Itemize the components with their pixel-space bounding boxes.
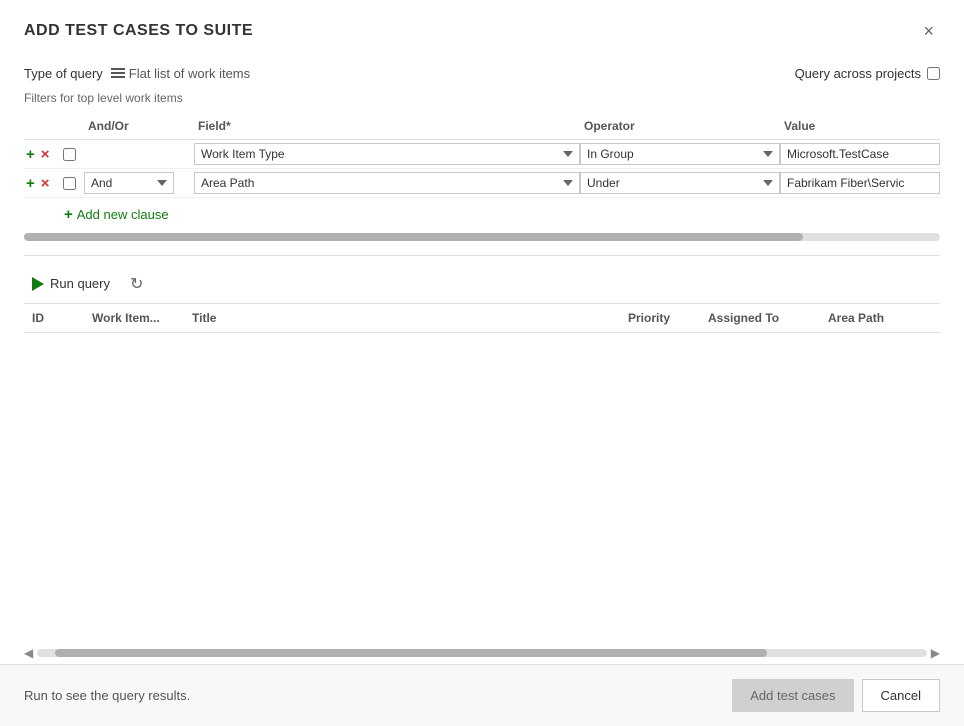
col-id: ID (24, 309, 84, 327)
bottom-scrollbar-track (37, 649, 927, 657)
row2-field-select[interactable]: Area Path (194, 172, 580, 194)
row2-operator-select[interactable]: Under (580, 172, 780, 194)
query-across-label: Query across projects (795, 66, 921, 81)
row2-operator-cell: Under (580, 172, 780, 194)
refresh-button[interactable]: ↻ (130, 274, 143, 294)
col-assigned-to: Assigned To (700, 309, 820, 327)
filters-label: Filters for top level work items (24, 87, 940, 113)
col-checkbox-hdr (54, 117, 84, 135)
col-value-hdr: Value (780, 117, 940, 135)
row2-and-or-cell: AndOr (84, 172, 194, 194)
row2-and-or-select[interactable]: AndOr (84, 172, 174, 194)
col-work-item-type: Work Item... (84, 309, 184, 327)
query-type-label: Type of query (24, 66, 103, 81)
results-header: ID Work Item... Title Priority Assigned … (24, 303, 940, 333)
row2-value: Fabrikam Fiber\Servic (780, 172, 940, 194)
scroll-left-button[interactable]: ◀ (24, 646, 33, 660)
dialog-title: ADD TEST CASES TO SUITE (24, 22, 253, 40)
row1-field-cell: Work Item Type (194, 143, 580, 165)
filter-row2-actions: + × (24, 176, 54, 191)
run-icon (32, 277, 44, 291)
add-test-cases-button[interactable]: Add test cases (732, 679, 853, 712)
filter-row1-actions: + × (24, 147, 54, 162)
scroll-right-button[interactable]: ▶ (931, 646, 940, 660)
flat-list-icon[interactable]: Flat list of work items (111, 66, 250, 81)
top-scrollbar-thumb (24, 233, 803, 241)
add-clause-label: Add new clause (77, 207, 169, 222)
bottom-scrollbar-row[interactable]: ◀ ▶ (24, 642, 940, 664)
row2-checkbox-cell (54, 177, 84, 190)
query-type-left: Type of query Flat list of work items (24, 66, 250, 81)
dialog-footer: Run to see the query results. Add test c… (0, 664, 964, 726)
col-title: Title (184, 309, 620, 327)
query-across-checkbox[interactable] (927, 67, 940, 80)
col-and-or-hdr: And/Or (84, 117, 194, 135)
col-priority: Priority (620, 309, 700, 327)
bottom-scrollbar-thumb (55, 649, 767, 657)
dialog: ADD TEST CASES TO SUITE × Type of query … (0, 0, 964, 726)
divider-1 (24, 255, 940, 256)
delete-row2-button[interactable]: × (39, 176, 52, 191)
filter-row-2: + × AndOr Area Path Under Fabrikam Fiber… (24, 169, 940, 198)
col-actions (24, 117, 54, 135)
run-query-button[interactable]: Run query (24, 272, 118, 295)
footer-buttons: Add test cases Cancel (732, 679, 940, 712)
col-operator-hdr: Operator (580, 117, 780, 135)
row1-field-select[interactable]: Work Item Type (194, 143, 580, 165)
dialog-header: ADD TEST CASES TO SUITE × (0, 0, 964, 56)
results-area (24, 333, 940, 642)
delete-row1-button[interactable]: × (39, 147, 52, 162)
filter-table-header: And/Or Field* Operator Value (24, 113, 940, 140)
row2-field-cell: Area Path (194, 172, 580, 194)
run-query-row: Run query ↻ (24, 264, 940, 303)
add-clause-icon: + (64, 206, 73, 223)
query-type-row: Type of query Flat list of work items Qu… (24, 56, 940, 87)
top-scrollbar-track (24, 233, 940, 241)
add-row1-button[interactable]: + (24, 147, 37, 162)
row1-checkbox[interactable] (63, 148, 76, 161)
row1-operator-select[interactable]: In Group (580, 143, 780, 165)
row1-operator-cell: In Group (580, 143, 780, 165)
query-across-projects: Query across projects (795, 66, 940, 81)
add-row2-button[interactable]: + (24, 176, 37, 191)
col-field-hdr: Field* (194, 117, 580, 135)
add-clause-row[interactable]: + Add new clause (24, 198, 940, 227)
run-query-label: Run query (50, 276, 110, 291)
top-scrollbar[interactable] (24, 227, 940, 247)
filter-row: + × Work Item Type In Group Microsoft.Te… (24, 140, 940, 169)
close-button[interactable]: × (917, 18, 940, 44)
list-icon (111, 67, 125, 81)
footer-hint: Run to see the query results. (24, 688, 190, 703)
flat-list-label: Flat list of work items (129, 66, 250, 81)
row1-value: Microsoft.TestCase (780, 143, 940, 165)
row2-checkbox[interactable] (63, 177, 76, 190)
col-area-path: Area Path (820, 309, 940, 327)
row1-checkbox-cell (54, 148, 84, 161)
dialog-body: Type of query Flat list of work items Qu… (0, 56, 964, 664)
cancel-button[interactable]: Cancel (862, 679, 940, 712)
